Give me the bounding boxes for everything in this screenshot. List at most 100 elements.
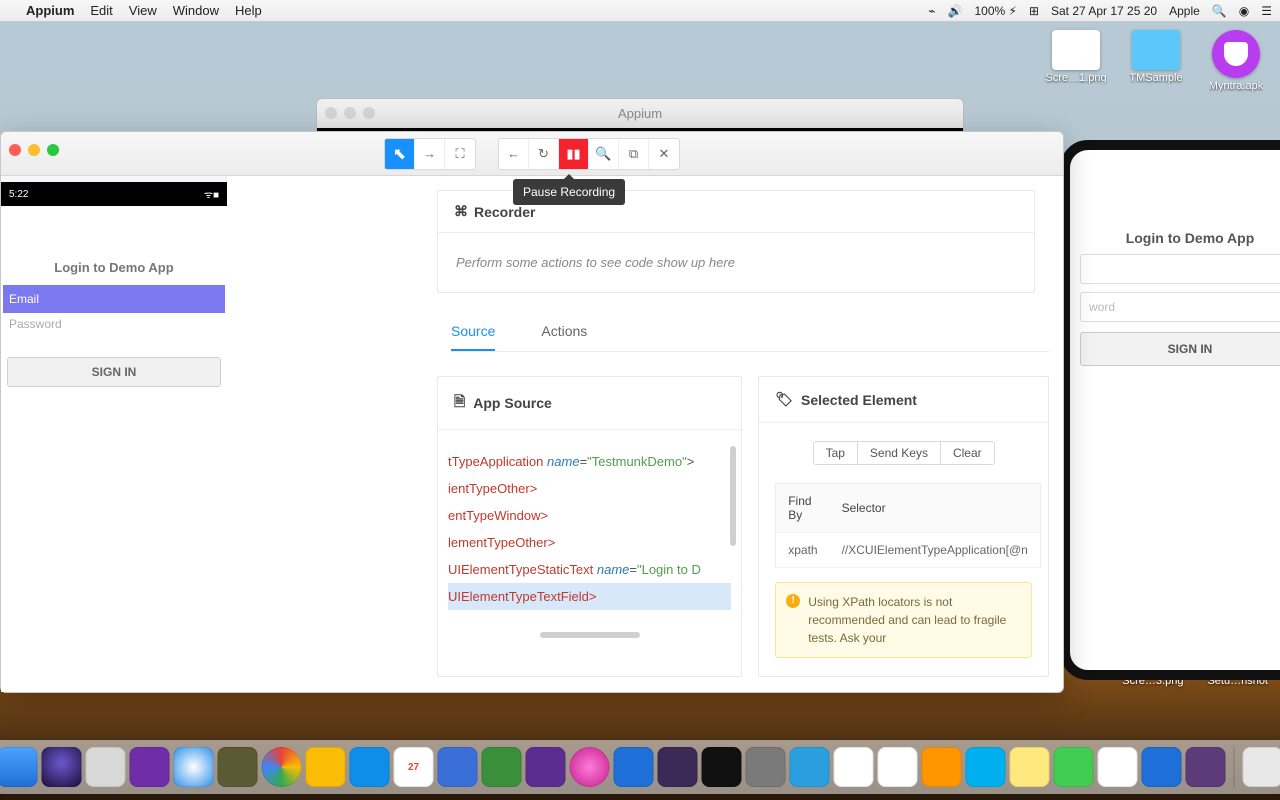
tap-by-coordinates-button[interactable]: ⛶ <box>445 139 475 169</box>
dock-notes-icon[interactable] <box>1010 747 1050 787</box>
clear-button[interactable]: Clear <box>940 441 995 465</box>
search-element-button[interactable]: 🔍 <box>589 139 619 169</box>
source-tree-node[interactable]: UIElementTypeStaticText name="Login to D <box>448 556 731 583</box>
source-tree[interactable]: tTypeApplication name="TestmunkDemo"> ie… <box>438 430 741 640</box>
menubar-user[interactable]: Apple <box>1169 4 1200 18</box>
dock-visual-studio-icon[interactable] <box>526 747 566 787</box>
ios-simulator-window[interactable]: Login to Demo App word SIGN IN <box>1060 140 1280 680</box>
dock-settings-icon[interactable] <box>746 747 786 787</box>
pause-recording-tooltip: Pause Recording <box>513 179 625 205</box>
source-tree-node[interactable]: ientTypeOther> <box>448 475 731 502</box>
minimize-icon[interactable] <box>28 144 40 156</box>
swipe-by-coordinates-button[interactable]: → <box>415 139 445 169</box>
select-element-button[interactable]: ⬉ <box>385 139 415 169</box>
dock-app-icon[interactable] <box>922 747 962 787</box>
desktop-folder-tmsample[interactable]: TMSample <box>1124 30 1188 92</box>
dock-trash-icon[interactable] <box>1243 747 1280 787</box>
dock-appstore-icon[interactable] <box>790 747 830 787</box>
sim-password-field[interactable]: word <box>1080 292 1280 322</box>
menubar-appname[interactable]: Appium <box>26 3 74 18</box>
dock-obs-icon[interactable] <box>1186 747 1226 787</box>
recorder-hint-text: Perform some actions to see code show up… <box>438 233 1034 292</box>
quit-session-button[interactable]: ✕ <box>649 139 679 169</box>
dock-app-icon[interactable] <box>834 747 874 787</box>
zoom-icon[interactable] <box>363 107 375 119</box>
sim-email-field[interactable] <box>1080 254 1280 284</box>
refresh-icon: ↻ <box>538 146 549 162</box>
dock-vnc-icon[interactable] <box>1098 747 1138 787</box>
pause-recording-button[interactable]: ▮▮ <box>559 139 589 169</box>
battery-status[interactable]: 100% ⚡︎ <box>974 4 1016 18</box>
vertical-scrollbar[interactable] <box>730 446 736 546</box>
dock-eclipse-icon[interactable] <box>658 747 698 787</box>
volume-icon[interactable]: 🔊 <box>948 4 963 18</box>
locator-table: Find By Selector xpath //XCUIElementType… <box>775 483 1041 568</box>
screenshot-signin-button[interactable]: SIGN IN <box>7 357 221 387</box>
dock-chrome-icon[interactable] <box>262 747 302 787</box>
dock-app-icon[interactable] <box>1142 747 1182 787</box>
tab-actions[interactable]: Actions <box>541 323 587 351</box>
source-tree-node[interactable]: lementTypeOther> <box>448 529 731 556</box>
dock-qt-icon[interactable] <box>1054 747 1094 787</box>
menu-help[interactable]: Help <box>235 3 262 18</box>
dock-calendar-icon[interactable]: 27 <box>394 747 434 787</box>
siri-icon[interactable]: ◉ <box>1239 4 1249 18</box>
dock-terminal-icon[interactable] <box>702 747 742 787</box>
xpath-warning-alert: Using XPath locators is not recommended … <box>775 582 1032 658</box>
dock-android-studio-icon[interactable] <box>482 747 522 787</box>
dock-app-icon[interactable] <box>878 747 918 787</box>
source-tree-node[interactable]: tTypeApplication name="TestmunkDemo"> <box>448 448 731 475</box>
appium-server-window-titlebar[interactable]: Appium <box>316 98 964 132</box>
dock-siri-icon[interactable] <box>42 747 82 787</box>
locator-type-cell: xpath <box>776 533 830 568</box>
horizontal-scrollbar[interactable] <box>540 632 640 638</box>
control-center-icon[interactable]: ⊞ <box>1029 4 1039 18</box>
menu-view[interactable]: View <box>129 3 157 18</box>
close-icon[interactable] <box>9 144 21 156</box>
dock-separator <box>1234 747 1235 787</box>
spotlight-icon[interactable]: 🔍 <box>1212 4 1227 18</box>
search-icon: 🔍 <box>595 146 611 162</box>
tap-button[interactable]: Tap <box>813 441 858 465</box>
apk-icon <box>1212 30 1260 78</box>
copy-xml-button[interactable]: ⧉ <box>619 139 649 169</box>
dock-safari-icon[interactable] <box>174 747 214 787</box>
refresh-button[interactable]: ↻ <box>529 139 559 169</box>
menubar-date[interactable]: Sat 27 Apr 17 25 20 <box>1051 4 1157 18</box>
desktop-file-myntra-apk[interactable]: Myntra.apk <box>1204 30 1268 92</box>
menu-window[interactable]: Window <box>173 3 219 18</box>
dock-app-icon[interactable] <box>438 747 478 787</box>
source-tree-node-selected[interactable]: UIElementTypeTextField> <box>448 583 731 610</box>
close-icon[interactable] <box>325 107 337 119</box>
menu-edit[interactable]: Edit <box>90 3 112 18</box>
table-row[interactable]: xpath //XCUIElementTypeApplication[@n <box>776 533 1041 568</box>
dock-skype-icon[interactable] <box>966 747 1006 787</box>
inspector-titlebar[interactable]: ⬉ → ⛶ ← ↻ ▮▮ 🔍 ⧉ ✕ Pause Recording <box>1 132 1063 176</box>
source-tree-node[interactable]: entTypeWindow> <box>448 502 731 529</box>
send-keys-button[interactable]: Send Keys <box>858 441 940 465</box>
wifi-icon[interactable]: ⌁ <box>928 4 935 18</box>
app-source-title: App Source <box>473 395 552 411</box>
file-icon: 🗎 <box>454 391 465 415</box>
dock-itunes-icon[interactable] <box>570 747 610 787</box>
dock-launchpad-icon[interactable] <box>86 747 126 787</box>
dock-finder-icon[interactable] <box>0 747 38 787</box>
dock-app-icon[interactable] <box>218 747 258 787</box>
screenshot-password-field[interactable]: Password <box>3 313 225 341</box>
dock-vscode-icon[interactable] <box>614 747 654 787</box>
folder-icon <box>1132 30 1180 70</box>
dock-app-icon[interactable] <box>130 747 170 787</box>
zoom-icon[interactable] <box>47 144 59 156</box>
notification-center-icon[interactable]: ☰ <box>1261 4 1272 18</box>
screenshot-email-field-selected[interactable]: Email <box>3 285 225 313</box>
back-button[interactable]: ← <box>499 139 529 169</box>
desktop-file-screenshot1[interactable]: Scre…1.png <box>1044 30 1108 92</box>
copy-icon: ⧉ <box>629 146 638 162</box>
dock-teamviewer-icon[interactable] <box>350 747 390 787</box>
sim-signin-button[interactable]: SIGN IN <box>1080 332 1280 366</box>
desktop-file-label: Myntra.apk <box>1209 80 1263 92</box>
device-screenshot[interactable]: 5:22 ᯤ■ Login to Demo App Email Password… <box>1 182 227 692</box>
minimize-icon[interactable] <box>344 107 356 119</box>
dock-app-icon[interactable] <box>306 747 346 787</box>
tab-source[interactable]: Source <box>451 323 495 351</box>
